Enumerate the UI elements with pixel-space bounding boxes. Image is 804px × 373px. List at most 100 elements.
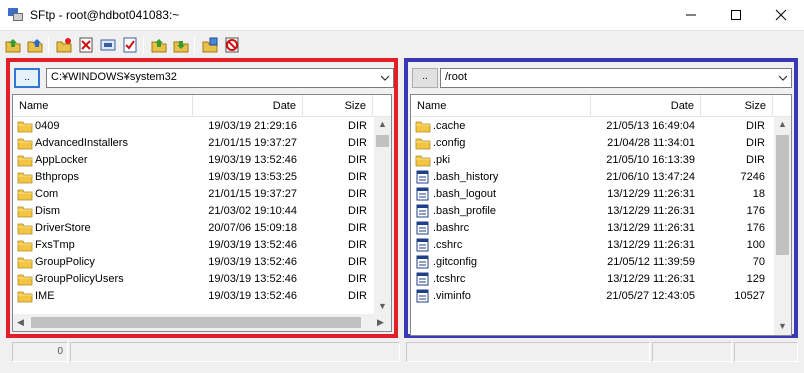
file-name: .tcshrc [433, 273, 466, 285]
file-row[interactable]: .bash_profile 13/12/29 11:26:31 176 [411, 203, 791, 220]
column-name[interactable]: Name [13, 95, 193, 117]
file-name: IME [35, 290, 55, 302]
file-row[interactable]: .cshrc 13/12/29 11:26:31 100 [411, 237, 791, 254]
file-date: 21/01/15 19:37:27 [208, 137, 297, 149]
file-row[interactable]: .bash_logout 13/12/29 11:26:31 18 [411, 186, 791, 203]
chevron-down-icon[interactable] [777, 72, 789, 84]
file-size: DIR [746, 154, 765, 166]
scroll-right-icon[interactable]: ▶ [377, 317, 384, 328]
file-date: 19/03/19 13:52:46 [208, 239, 297, 251]
file-name: .pki [433, 154, 451, 166]
remote-parent-dir-button[interactable]: .. [412, 68, 438, 88]
remote-vscroll-thumb[interactable] [776, 135, 789, 255]
maximize-button[interactable] [713, 0, 758, 30]
upload-icon[interactable] [4, 36, 22, 54]
file-size: DIR [746, 137, 765, 149]
scroll-left-icon[interactable]: ◀ [17, 317, 24, 328]
file-row[interactable]: .bashrc 13/12/29 11:26:31 176 [411, 220, 791, 237]
folder-row[interactable]: .config 21/04/28 11:34:01 DIR [411, 135, 791, 152]
properties-icon[interactable] [201, 36, 219, 54]
scroll-down-icon[interactable]: ▼ [378, 301, 387, 311]
file-icon [415, 204, 431, 218]
local-parent-dir-button[interactable]: .. [14, 68, 40, 88]
folder-row[interactable]: .cache 21/05/13 16:49:04 DIR [411, 118, 791, 135]
file-icon [415, 170, 431, 184]
remote-pane: .. /root Name Date Size .cache 21/05/13 1… [404, 58, 798, 338]
folder-row[interactable]: AdvancedInstallers 21/01/15 19:37:27 DIR [13, 135, 391, 152]
local-vertical-scrollbar[interactable]: ▲ ▼ [374, 117, 391, 314]
local-hscroll-thumb[interactable] [31, 317, 361, 328]
folder-row[interactable]: FxsTmp 19/03/19 13:52:46 DIR [13, 237, 391, 254]
chevron-down-icon[interactable] [379, 72, 391, 84]
column-size[interactable]: Size [303, 95, 373, 117]
folder-row[interactable]: .pki 21/05/10 16:13:39 DIR [411, 152, 791, 169]
column-date[interactable]: Date [193, 95, 303, 117]
file-date: 21/05/12 11:39:59 [607, 256, 695, 268]
file-size: 18 [752, 188, 765, 200]
file-size: 10527 [734, 290, 765, 302]
local-file-list[interactable]: Name Date Size 0409 19/03/19 21:29:16 DIR A… [12, 94, 392, 332]
file-size: 129 [746, 273, 765, 285]
file-date: 13/12/29 11:26:31 [607, 222, 695, 234]
folder-row[interactable]: DriverStore 20/07/06 15:09:18 DIR [13, 220, 391, 237]
remote-status-extra [734, 342, 798, 362]
scroll-up-icon[interactable]: ▲ [778, 119, 787, 129]
column-date[interactable]: Date [591, 95, 701, 117]
rename-icon[interactable] [99, 36, 117, 54]
sync-left-icon[interactable] [150, 36, 168, 54]
remote-vertical-scrollbar[interactable]: ▲ ▼ [774, 117, 791, 335]
folder-icon [415, 119, 431, 133]
file-row[interactable]: .tcshrc 13/12/29 11:26:31 129 [411, 271, 791, 288]
file-date: 19/03/19 13:52:46 [208, 154, 297, 166]
file-date: 13/12/29 11:26:31 [607, 239, 695, 251]
file-name: GroupPolicyUsers [35, 273, 124, 285]
remote-path-value: /root [445, 71, 468, 83]
folder-row[interactable]: GroupPolicyUsers 19/03/19 13:52:46 DIR [13, 271, 391, 288]
remote-path-combo[interactable]: /root [440, 68, 792, 88]
folder-row[interactable]: GroupPolicy 19/03/19 13:52:46 DIR [13, 254, 391, 271]
remote-status-count [652, 342, 732, 362]
file-icon [415, 221, 431, 235]
file-size: DIR [348, 222, 367, 234]
app-icon [8, 8, 23, 21]
scroll-up-icon[interactable]: ▲ [378, 119, 387, 129]
folder-row[interactable]: AppLocker 19/03/19 13:52:46 DIR [13, 152, 391, 169]
file-name: DriverStore [35, 222, 91, 234]
folder-icon [17, 289, 33, 303]
file-icon [415, 238, 431, 252]
file-date: 19/03/19 21:29:16 [208, 120, 297, 132]
file-name: GroupPolicy [35, 256, 95, 268]
file-name: .config [433, 137, 466, 149]
file-size: DIR [348, 273, 367, 285]
download-icon[interactable] [26, 36, 44, 54]
local-horizontal-scrollbar[interactable]: ◀ ▶ [13, 314, 391, 331]
local-list-header: Name Date Size [13, 95, 391, 117]
local-pane: .. C:¥WINDOWS¥system32 Name Date Size 04… [6, 58, 398, 338]
file-row[interactable]: .bash_history 21/06/10 13:47:24 7246 [411, 169, 791, 186]
file-size: DIR [348, 154, 367, 166]
local-vscroll-thumb[interactable] [376, 135, 389, 147]
file-row[interactable]: .gitconfig 21/05/12 11:39:59 70 [411, 254, 791, 271]
delete-icon[interactable] [77, 36, 95, 54]
file-size: 7246 [740, 171, 765, 183]
column-name[interactable]: Name [411, 95, 591, 117]
title-bar: SFtp - root@hdbot041083:~ [0, 0, 804, 31]
scroll-down-icon[interactable]: ▼ [778, 321, 787, 331]
select-all-icon[interactable] [121, 36, 139, 54]
remote-file-list[interactable]: Name Date Size .cache 21/05/13 16:49:04 DI… [410, 94, 792, 336]
toolbar-separator [48, 36, 49, 54]
sync-right-icon[interactable] [172, 36, 190, 54]
minimize-button[interactable] [668, 0, 713, 30]
file-row[interactable]: .viminfo 21/05/27 12:43:05 10527 [411, 288, 791, 305]
folder-row[interactable]: Bthprops 19/03/19 13:53:25 DIR [13, 169, 391, 186]
folder-row[interactable]: 0409 19/03/19 21:29:16 DIR [13, 118, 391, 135]
new-folder-icon[interactable] [55, 36, 73, 54]
folder-row[interactable]: IME 19/03/19 13:52:46 DIR [13, 288, 391, 305]
cancel-icon[interactable] [223, 36, 241, 54]
column-size[interactable]: Size [701, 95, 773, 117]
folder-icon [17, 255, 33, 269]
folder-row[interactable]: Dism 21/03/02 19:10:44 DIR [13, 203, 391, 220]
local-path-combo[interactable]: C:¥WINDOWS¥system32 [46, 68, 394, 88]
close-button[interactable] [758, 0, 803, 30]
folder-row[interactable]: Com 21/01/15 19:37:27 DIR [13, 186, 391, 203]
